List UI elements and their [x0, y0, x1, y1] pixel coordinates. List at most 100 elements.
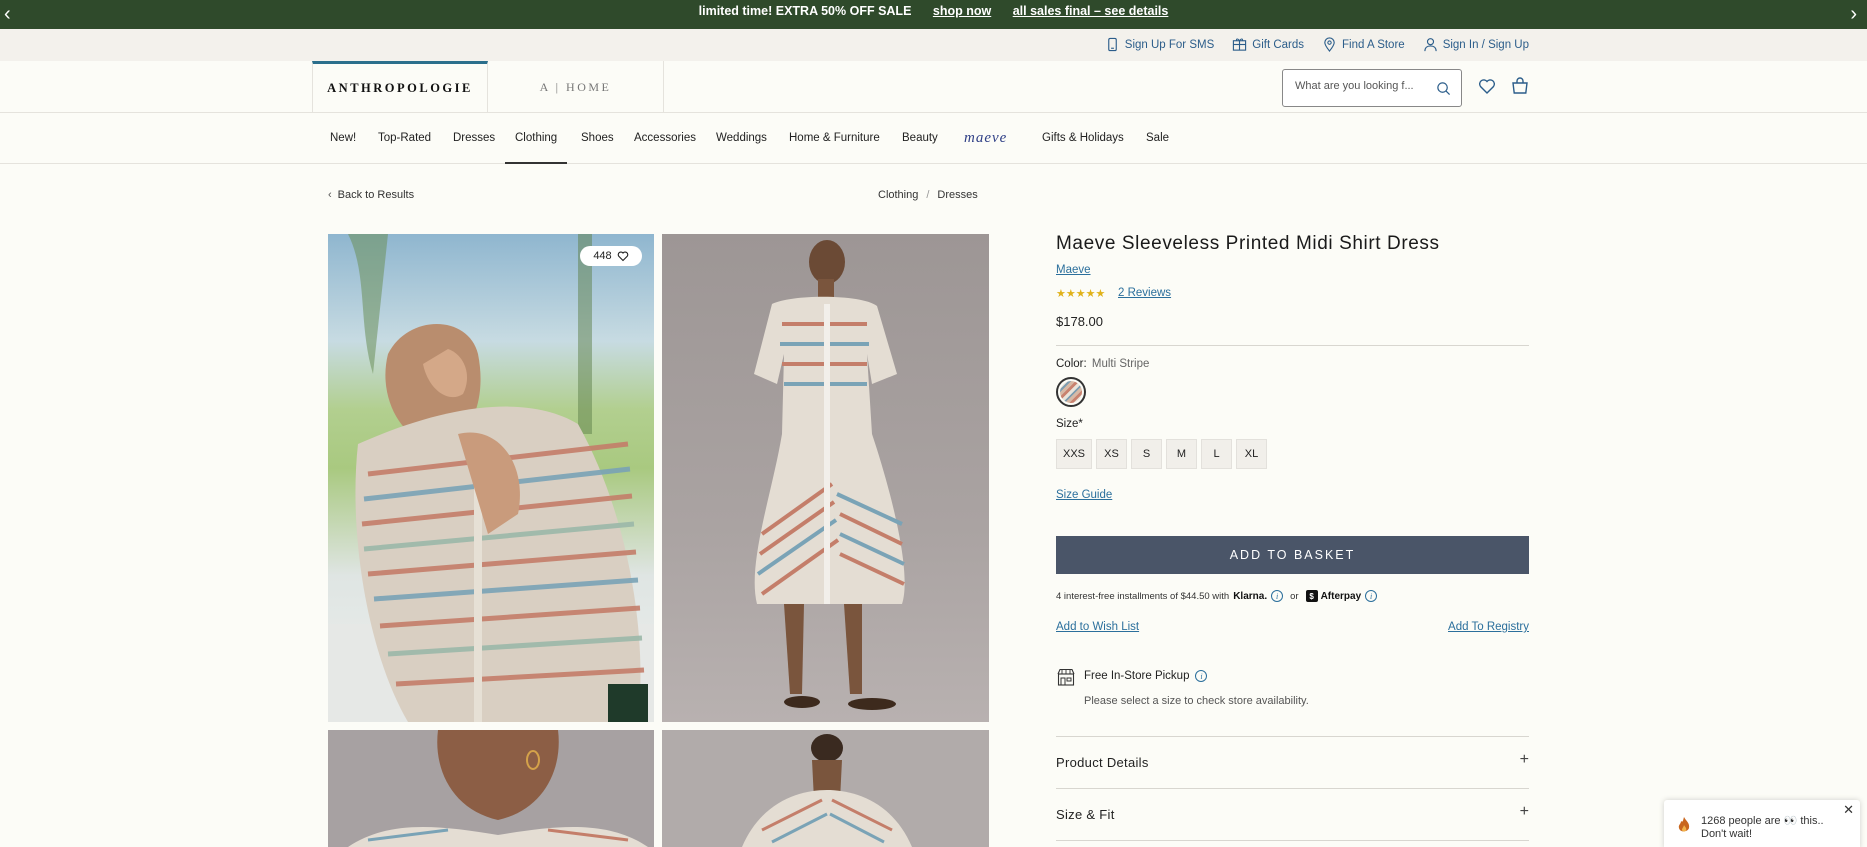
plus-icon: + — [1519, 803, 1529, 820]
flame-icon — [1678, 817, 1690, 832]
toast-message: 1268 people are 👀 this.. Don't wait! — [1701, 815, 1841, 841]
promo-text: limited time! EXTRA 50% OFF SALE — [698, 4, 912, 18]
product-image-2[interactable] — [662, 234, 989, 722]
sms-signup-label: Sign Up For SMS — [1124, 38, 1215, 51]
nav-home-furniture[interactable]: Home & Furniture — [789, 113, 880, 164]
toast-line-1: 1268 people are 👀 this.. — [1701, 815, 1824, 827]
shop-now-link[interactable]: shop now — [933, 4, 991, 18]
search-input[interactable] — [1295, 80, 1435, 92]
social-proof-toast: 1268 people are 👀 this.. Don't wait! ✕ — [1664, 800, 1860, 847]
search-icon[interactable] — [1436, 81, 1451, 96]
afterpay-mark-icon: $ — [1305, 590, 1318, 602]
add-to-basket-button[interactable]: ADD TO BASKET — [1056, 536, 1529, 574]
color-value: Multi Stripe — [1091, 358, 1150, 370]
nav-clothing[interactable]: Clothing — [505, 113, 568, 164]
size-option-xl[interactable]: XL — [1236, 439, 1268, 469]
product-image-4[interactable] — [662, 730, 989, 847]
model-back-illustration — [742, 734, 912, 847]
product-details-label: Product Details — [1056, 755, 1149, 770]
model-standing-illustration — [754, 240, 905, 710]
installments-info: 4 interest-free installments of $44.50 w… — [1056, 590, 1378, 602]
promo-next-icon[interactable]: › — [1850, 4, 1857, 24]
heart-icon[interactable] — [1477, 76, 1497, 96]
size-fit-accordion[interactable]: Size & Fit + — [1056, 788, 1529, 840]
gift-cards-link[interactable]: Gift Cards — [1232, 37, 1304, 52]
nav-weddings[interactable]: Weddings — [716, 113, 767, 164]
klarna-info-icon[interactable]: i — [1271, 590, 1284, 602]
swatch-fill — [1060, 381, 1082, 403]
find-store-label: Find A Store — [1342, 38, 1405, 51]
anthropologie-logo-tab[interactable]: ANTHROPOLOGIE — [312, 61, 488, 113]
nav-gifts-holidays[interactable]: Gifts & Holidays — [1042, 113, 1124, 164]
add-to-wishlist-link[interactable]: Add to Wish List — [1056, 621, 1139, 633]
afterpay-info-icon[interactable]: i — [1365, 590, 1378, 602]
nav-beauty[interactable]: Beauty — [902, 113, 938, 164]
size-label: Size* — [1056, 418, 1083, 430]
size-selector: XXS XS S M L XL — [1056, 439, 1268, 469]
size-option-s[interactable]: S — [1131, 439, 1163, 469]
product-image-1[interactable] — [328, 234, 654, 722]
utility-bar: Sign Up For SMS Gift Cards Find A Store … — [0, 29, 1867, 61]
add-to-registry-link[interactable]: Add To Registry — [1448, 621, 1529, 633]
nav-accessories[interactable]: Accessories — [634, 113, 696, 164]
pickup-title-text: Free In-Store Pickup — [1084, 670, 1190, 682]
sms-signup-link[interactable]: Sign Up For SMS — [1105, 37, 1214, 52]
a-home-logo-tab[interactable]: A | HOME — [488, 61, 664, 113]
store-icon — [1057, 668, 1075, 686]
sign-in-link[interactable]: Sign In / Sign Up — [1423, 37, 1529, 52]
size-option-l[interactable]: L — [1201, 439, 1233, 469]
breadcrumb-dresses[interactable]: Dresses — [937, 189, 977, 201]
color-label-text: Color: — [1056, 358, 1087, 370]
nav-dresses[interactable]: Dresses — [453, 113, 495, 164]
product-title: Maeve Sleeveless Printed Midi Shirt Dres… — [1056, 233, 1440, 254]
user-icon — [1424, 38, 1437, 52]
search-box[interactable] — [1282, 69, 1462, 107]
installments-text: 4 interest-free installments of $44.50 w… — [1056, 590, 1230, 602]
color-swatch-multi-stripe[interactable] — [1056, 377, 1086, 407]
plus-icon: + — [1519, 751, 1529, 768]
close-icon[interactable]: ✕ — [1843, 802, 1854, 818]
product-price: $178.00 — [1056, 314, 1103, 329]
star-rating: ★★★★★ — [1056, 288, 1106, 300]
find-store-link[interactable]: Find A Store — [1322, 37, 1405, 52]
product-image-3[interactable] — [328, 730, 654, 847]
nav-top-rated[interactable]: Top-Rated — [378, 113, 431, 164]
nav-shoes[interactable]: Shoes — [581, 113, 614, 164]
main-nav: New! Top-Rated Dresses Clothing Shoes Ac… — [0, 113, 1867, 164]
sales-final-link[interactable]: all sales final – see details — [1013, 4, 1169, 18]
divider — [1056, 345, 1529, 346]
nav-new[interactable]: New! — [330, 113, 356, 164]
favorites-pill[interactable]: 448 — [580, 246, 642, 266]
phone-icon — [1107, 37, 1117, 52]
back-to-results-link[interactable]: ‹ Back to Results — [328, 189, 414, 201]
pickup-subtext: Please select a size to check store avai… — [1084, 695, 1309, 707]
heart-outline-icon — [617, 251, 628, 262]
afterpay-logo: $ Afterpay — [1305, 590, 1362, 602]
divider — [1056, 840, 1529, 841]
afterpay-label: Afterpay — [1320, 590, 1362, 602]
size-option-xxs[interactable]: XXS — [1056, 439, 1093, 469]
breadcrumb-clothing[interactable]: Clothing — [878, 189, 918, 201]
basket-icon[interactable] — [1510, 76, 1530, 96]
nav-sale[interactable]: Sale — [1146, 113, 1169, 164]
back-to-results-label: Back to Results — [337, 189, 415, 201]
site-header: ANTHROPOLOGIE A | HOME — [0, 61, 1867, 113]
size-option-xs[interactable]: XS — [1096, 439, 1128, 469]
reviews-link[interactable]: 2 Reviews — [1118, 287, 1171, 299]
nav-maeve-logo[interactable]: maeve — [964, 113, 1007, 164]
model-closeup-illustration — [348, 730, 648, 847]
brand-link[interactable]: Maeve — [1056, 264, 1091, 276]
pickup-info-icon[interactable]: i — [1195, 670, 1208, 682]
size-option-m[interactable]: M — [1166, 439, 1198, 469]
product-details-accordion[interactable]: Product Details + — [1056, 736, 1529, 788]
location-pin-icon — [1324, 37, 1335, 52]
breadcrumb: Clothing / Dresses — [878, 189, 978, 201]
promo-banner: ‹ limited time! EXTRA 50% OFF SALE shop … — [0, 0, 1867, 29]
model-seated-illustration — [328, 234, 654, 722]
promo-message: limited time! EXTRA 50% OFF SALE shop no… — [0, 3, 1867, 19]
size-guide-link[interactable]: Size Guide — [1056, 489, 1112, 501]
breadcrumb-separator: / — [926, 189, 930, 201]
favorites-count: 448 — [593, 250, 612, 262]
klarna-logo: Klarna. — [1233, 590, 1268, 602]
pickup-title: Free In-Store Pickup i — [1084, 670, 1208, 682]
